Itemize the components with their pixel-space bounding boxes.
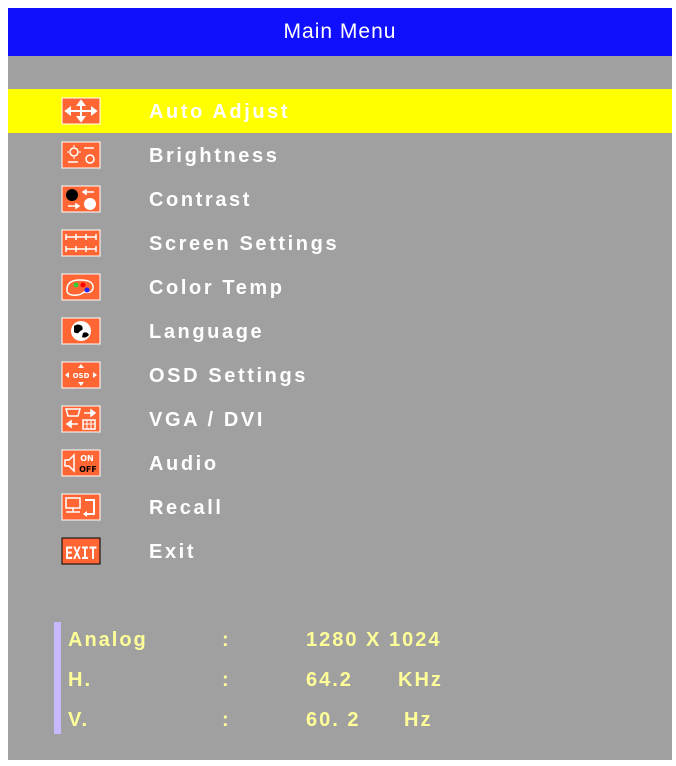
menu-title: Main Menu: [8, 8, 672, 56]
menu-item-osd-settings[interactable]: OSD OSD Settings: [8, 353, 672, 397]
osd-settings-icon: OSD: [54, 360, 108, 390]
menu-item-language[interactable]: Language: [8, 309, 672, 353]
menu-item-exit[interactable]: EXIT Exit: [8, 529, 672, 573]
menu-item-label: Color Temp: [149, 277, 285, 299]
info-value: 60. 2: [306, 709, 361, 731]
svg-text:OSD: OSD: [73, 372, 90, 380]
menu-item-label: Audio: [149, 453, 219, 475]
screen-settings-icon: [54, 228, 108, 258]
language-icon: [54, 316, 108, 346]
color-temp-icon: [54, 272, 108, 302]
menu-item-label: Language: [149, 321, 265, 343]
menu-item-label: Screen Settings: [149, 233, 340, 255]
info-unit: Hz: [404, 709, 433, 731]
info-unit: KHz: [398, 669, 443, 691]
menu-item-label: Brightness: [149, 145, 280, 167]
menu-item-label: VGA / DVI: [149, 409, 266, 431]
menu-item-contrast[interactable]: Contrast: [8, 177, 672, 221]
info-value: 64.2: [306, 669, 353, 691]
menu-item-vga-dvi[interactable]: VGA / DVI: [8, 397, 672, 441]
info-label: V.: [68, 709, 90, 731]
brightness-icon: [54, 140, 108, 170]
signal-info-panel: Analog : 1280 X 1024 H. : 64.2 KHz V. : …: [54, 620, 614, 738]
info-separator: :: [222, 669, 231, 691]
menu-item-recall[interactable]: Recall: [8, 485, 672, 529]
info-separator: :: [222, 629, 231, 651]
svg-text:OFF: OFF: [79, 465, 97, 474]
vga-dvi-icon: [54, 404, 108, 434]
menu-item-label: Exit: [149, 541, 197, 563]
osd-main-menu: Main Menu Auto Adjust Brightness Contras…: [8, 8, 672, 760]
menu-item-color-temp[interactable]: Color Temp: [8, 265, 672, 309]
info-separator: :: [222, 709, 231, 731]
menu-list: Auto Adjust Brightness Contrast Screen S…: [8, 89, 672, 573]
menu-item-audio[interactable]: ON OFF Audio: [8, 441, 672, 485]
svg-text:EXIT: EXIT: [65, 544, 97, 564]
menu-item-screen-settings[interactable]: Screen Settings: [8, 221, 672, 265]
menu-item-label: OSD Settings: [149, 365, 308, 387]
svg-text:ON: ON: [80, 454, 94, 463]
info-label: Analog: [68, 629, 148, 651]
auto-adjust-icon: [54, 96, 108, 126]
menu-item-brightness[interactable]: Brightness: [8, 133, 672, 177]
menu-item-label: Contrast: [149, 189, 253, 211]
contrast-icon: [54, 184, 108, 214]
menu-item-label: Auto Adjust: [149, 101, 291, 123]
info-accent-bar: [54, 622, 61, 734]
info-label: H.: [68, 669, 92, 691]
exit-icon: EXIT: [54, 536, 108, 566]
recall-icon: [54, 492, 108, 522]
info-value: 1280 X 1024: [306, 629, 442, 651]
menu-item-auto-adjust[interactable]: Auto Adjust: [8, 89, 672, 133]
menu-item-label: Recall: [149, 497, 224, 519]
audio-icon: ON OFF: [54, 448, 108, 478]
